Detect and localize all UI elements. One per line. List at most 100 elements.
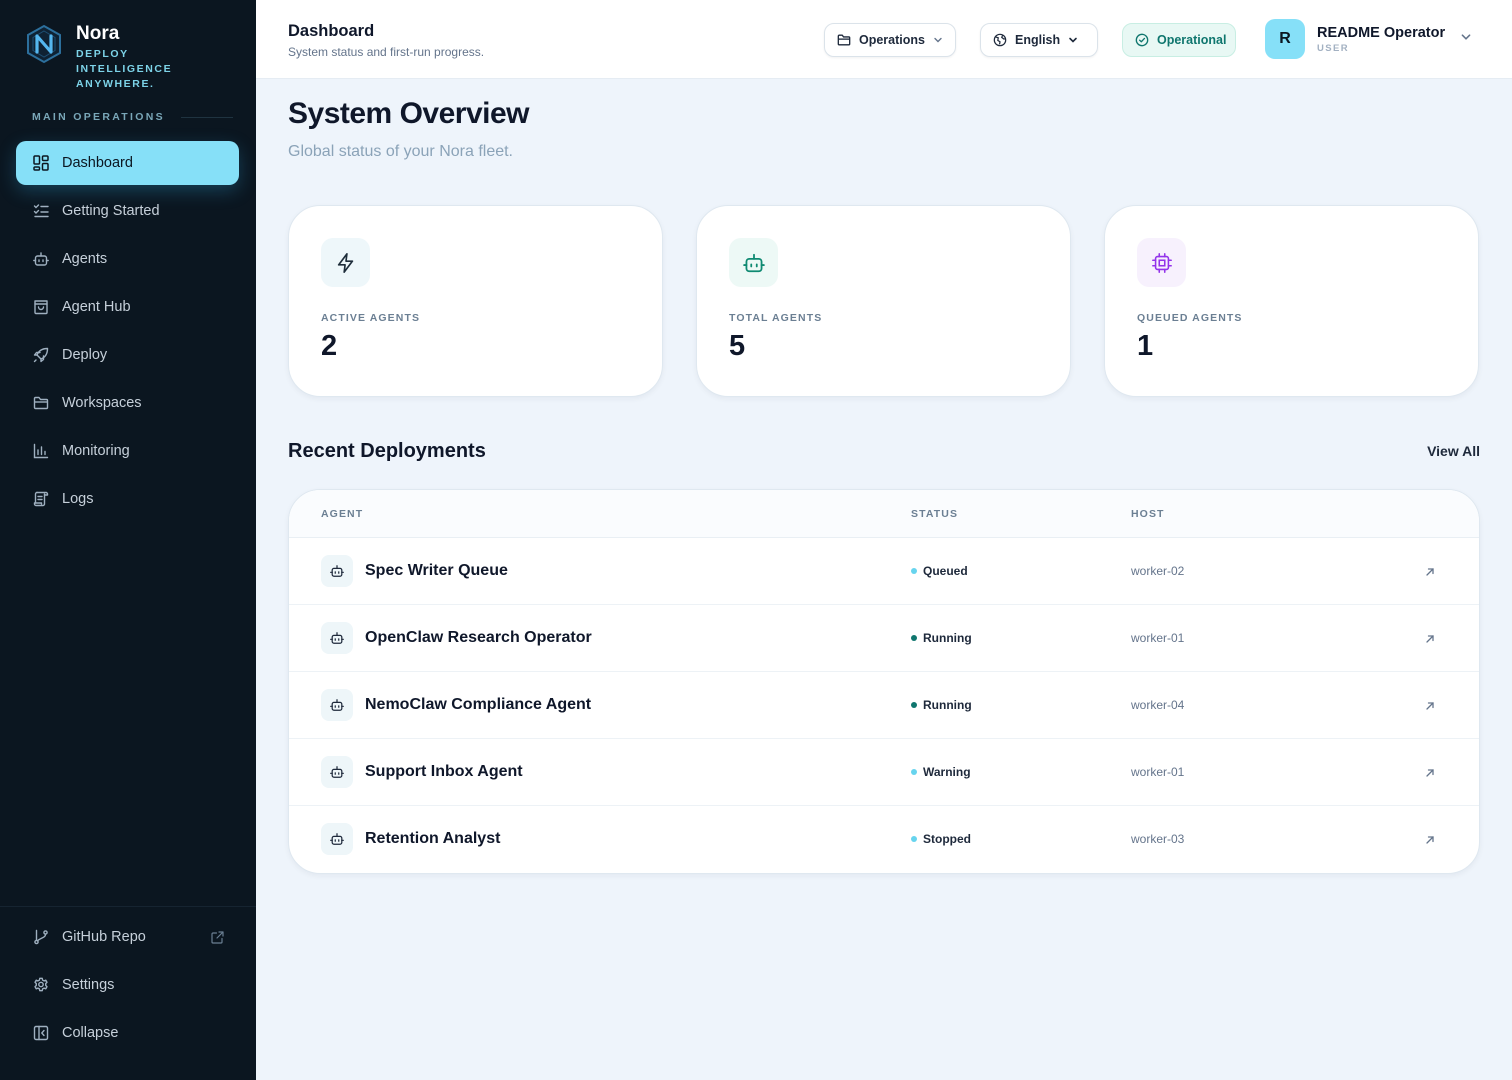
- stat-label: QUEUED AGENTS: [1137, 312, 1243, 324]
- git-branch-icon: [32, 928, 50, 946]
- agent-name: OpenClaw Research Operator: [365, 629, 592, 646]
- bot-icon: [321, 622, 353, 654]
- column-header-host[interactable]: HOST: [1131, 508, 1165, 520]
- chevron-down-icon: [1068, 35, 1078, 45]
- table-row[interactable]: Spec Writer Queue Queued worker-02: [289, 538, 1479, 605]
- sidebar-item-dashboard[interactable]: Dashboard: [16, 141, 239, 185]
- section-divider: [180, 116, 233, 118]
- workspace-select[interactable]: Operations: [824, 23, 956, 57]
- workspace-select-value: Operations: [859, 33, 925, 47]
- sidebar-item-label: Workspaces: [62, 395, 142, 411]
- table-header: AGENT STATUS HOST: [289, 490, 1479, 538]
- sidebar-item-workspaces[interactable]: Workspaces: [16, 381, 239, 425]
- sidebar-item-collapse[interactable]: Collapse: [16, 1011, 240, 1055]
- cpu-icon: [1137, 238, 1186, 287]
- status-text: Running: [923, 631, 972, 645]
- dashboard-icon: [32, 154, 50, 172]
- bot-icon: [729, 238, 778, 287]
- user-role: USER: [1317, 43, 1349, 54]
- sidebar-item-agents[interactable]: Agents: [16, 237, 239, 281]
- checklist-icon: [32, 202, 50, 220]
- user-name[interactable]: README Operator: [1317, 25, 1445, 41]
- stat-card-total-agents: TOTAL AGENTS 5: [696, 205, 1071, 397]
- stat-value: 1: [1137, 330, 1154, 362]
- open-arrow-icon[interactable]: [1424, 834, 1436, 846]
- host-name: worker-01: [1131, 765, 1185, 779]
- sidebar-item-label: GitHub Repo: [62, 929, 146, 945]
- status-badge: Running: [911, 698, 972, 712]
- language-select[interactable]: English: [980, 23, 1098, 57]
- bot-icon: [321, 823, 353, 855]
- section-label-text: MAIN OPERATIONS: [32, 111, 165, 123]
- status-badge: Stopped: [911, 832, 971, 846]
- sidebar-item-label: Agents: [62, 251, 108, 267]
- bot-icon: [32, 250, 50, 268]
- agent-name: NemoClaw Compliance Agent: [365, 696, 592, 713]
- view-all-link[interactable]: View All: [1427, 443, 1480, 459]
- table-row[interactable]: OpenClaw Research Operator Running worke…: [289, 605, 1479, 672]
- deployments-table: AGENT STATUS HOST Spec Writer Queue Queu…: [288, 489, 1480, 874]
- status-dot: [911, 836, 917, 842]
- column-header-agent[interactable]: AGENT: [321, 508, 363, 520]
- status-badge: Running: [911, 631, 972, 645]
- status-dot: [911, 702, 917, 708]
- sidebar-item-agent-hub[interactable]: Agent Hub: [16, 285, 239, 329]
- main-nav: Dashboard Getting Started Agents Agent H…: [16, 141, 239, 525]
- sidebar-item-monitoring[interactable]: Monitoring: [16, 429, 239, 473]
- table-row[interactable]: NemoClaw Compliance Agent Running worker…: [289, 672, 1479, 739]
- agent-name: Retention Analyst: [365, 830, 501, 847]
- sidebar-item-label: Monitoring: [62, 443, 130, 459]
- host-name: worker-01: [1131, 631, 1185, 645]
- sidebar-item-getting-started[interactable]: Getting Started: [16, 189, 239, 233]
- sidebar: Nora DEPLOY INTELLIGENCE ANYWHERE. MAIN …: [0, 0, 256, 1080]
- open-arrow-icon[interactable]: [1424, 633, 1436, 645]
- sidebar-item-label: Logs: [62, 491, 94, 507]
- open-arrow-icon[interactable]: [1424, 767, 1436, 779]
- status-dot: [911, 769, 917, 775]
- sidebar-item-github-repo[interactable]: GitHub Repo: [16, 915, 240, 959]
- lightning-icon: [321, 238, 370, 287]
- stat-label: ACTIVE AGENTS: [321, 312, 421, 324]
- sidebar-item-settings[interactable]: Settings: [16, 963, 240, 1007]
- sidebar-item-label: Agent Hub: [62, 299, 131, 315]
- stat-value: 5: [729, 330, 746, 362]
- open-arrow-icon[interactable]: [1424, 566, 1436, 578]
- sidebar-footer: GitHub Repo Settings Collapse: [0, 906, 256, 1059]
- brand[interactable]: Nora DEPLOY INTELLIGENCE ANYWHERE.: [24, 24, 226, 92]
- table-row[interactable]: Support Inbox Agent Warning worker-01: [289, 739, 1479, 806]
- topbar: Dashboard System status and first-run pr…: [256, 0, 1512, 79]
- sidebar-item-logs[interactable]: Logs: [16, 477, 239, 521]
- globe-icon: [993, 33, 1007, 47]
- sidebar-item-label: Collapse: [62, 1025, 119, 1041]
- table-row[interactable]: Retention Analyst Stopped worker-03: [289, 806, 1479, 873]
- scroll-icon: [32, 490, 50, 508]
- agent-name: Support Inbox Agent: [365, 763, 523, 780]
- status-dot: [911, 568, 917, 574]
- sidebar-item-label: Dashboard: [62, 155, 133, 171]
- bar-chart-icon: [32, 442, 50, 460]
- host-name: worker-02: [1131, 564, 1185, 578]
- rocket-icon: [32, 346, 50, 364]
- stat-value: 2: [321, 330, 338, 362]
- system-status-text: Operational: [1157, 33, 1227, 47]
- stat-card-queued-agents: QUEUED AGENTS 1: [1104, 205, 1479, 397]
- page-title: Dashboard: [288, 22, 375, 40]
- check-circle-icon: [1135, 33, 1149, 47]
- avatar[interactable]: R: [1265, 19, 1305, 59]
- sidebar-item-deploy[interactable]: Deploy: [16, 333, 239, 377]
- recent-deployments-title: Recent Deployments: [288, 440, 486, 462]
- folder-icon: [837, 33, 851, 47]
- chevron-down-icon: [933, 35, 943, 45]
- overview-subtitle: Global status of your Nora fleet.: [288, 143, 513, 160]
- open-arrow-icon[interactable]: [1424, 700, 1436, 712]
- collapse-icon: [32, 1024, 50, 1042]
- sidebar-item-label: Getting Started: [62, 203, 160, 219]
- nora-logo-icon: [27, 24, 61, 64]
- status-text: Running: [923, 698, 972, 712]
- status-badge: Queued: [911, 564, 968, 578]
- system-status-badge: Operational: [1122, 23, 1236, 57]
- sidebar-item-label: Settings: [62, 977, 115, 993]
- folder-icon: [32, 394, 50, 412]
- chevron-down-icon[interactable]: [1460, 31, 1472, 43]
- column-header-status[interactable]: STATUS: [911, 508, 958, 520]
